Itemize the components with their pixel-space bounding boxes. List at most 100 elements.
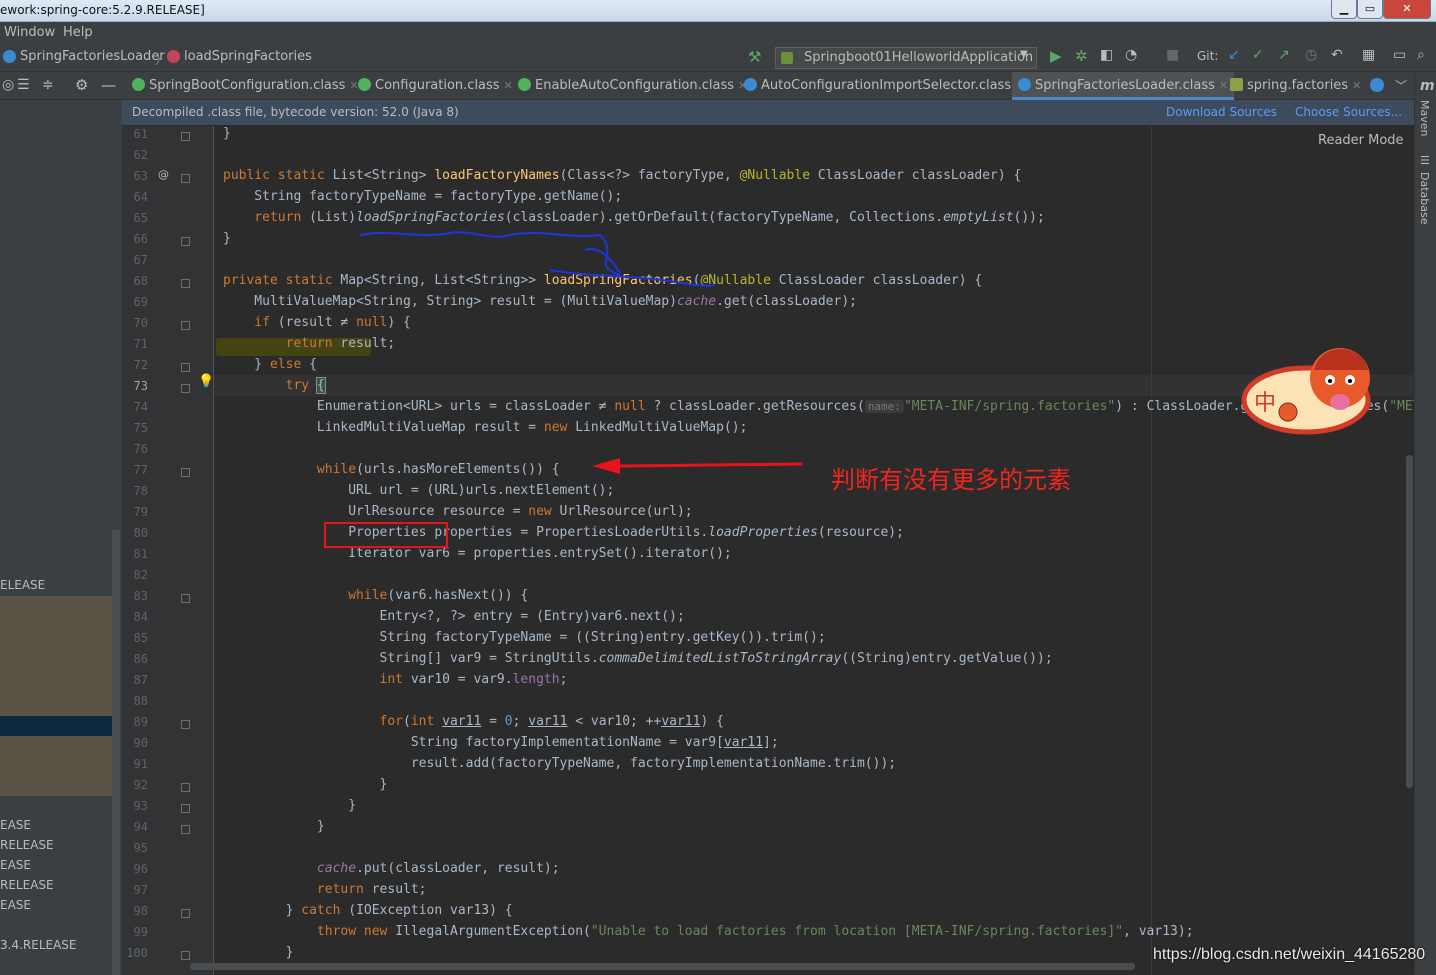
fold-marker-icon[interactable] [181, 237, 190, 246]
tab-enableautoconfiguration[interactable]: EnableAutoConfiguration.class ✕ [518, 72, 747, 100]
fold-marker-icon[interactable] [181, 363, 190, 372]
download-sources-link[interactable]: Download Sources [1166, 105, 1277, 119]
sticker-graphic: 中 [1241, 348, 1371, 435]
line-number: 70 [133, 316, 148, 330]
breadcrumb-class[interactable]: SpringFactoriesLoader [20, 49, 165, 64]
code-line: URL url = (URL)urls.nextElement(); [223, 483, 615, 498]
fold-marker-icon[interactable] [181, 804, 190, 813]
git-update-icon[interactable]: ↙ [1228, 47, 1240, 63]
run-icon[interactable]: ▶ [1050, 47, 1062, 65]
maximize-button[interactable]: ▭ [1357, 0, 1383, 19]
right-tool-strip: m Maven ☰ Database [1414, 72, 1436, 975]
recent-files-icon[interactable] [1370, 78, 1384, 92]
tree-selected-row[interactable] [0, 716, 112, 736]
project-structure-icon[interactable]: ▦ [1362, 47, 1375, 63]
tree-item[interactable]: EASE [0, 858, 31, 872]
close-tab-icon[interactable]: ✕ [1352, 79, 1361, 92]
history-icon[interactable]: ◷ [1305, 47, 1317, 63]
horizontal-scrollbar[interactable] [190, 963, 1135, 970]
tab-label: AutoConfigurationImportSelector.class [761, 78, 1012, 93]
line-number: 93 [133, 799, 148, 813]
code-line: } [223, 798, 357, 813]
tree-item[interactable]: RELEASE [0, 838, 54, 852]
tree-item[interactable]: RELEASE [0, 878, 54, 892]
fold-marker-icon[interactable] [181, 132, 190, 141]
fold-marker-icon[interactable] [181, 384, 190, 393]
code-line: throw new IllegalArgumentException("Unab… [223, 924, 1194, 939]
expand-all-icon[interactable]: ☰ [17, 77, 30, 93]
navigation-bar: SpringFactoriesLoader 〉 loadSpringFactor… [0, 44, 1436, 72]
debug-icon[interactable]: ✲ [1075, 47, 1088, 65]
tree-selection-block [0, 736, 112, 796]
fold-marker-icon[interactable] [181, 321, 190, 330]
tab-label: EnableAutoConfiguration.class [535, 78, 735, 93]
tab-configuration[interactable]: Configuration.class ✕ [358, 72, 513, 100]
coverage-icon[interactable]: ◧ [1100, 47, 1113, 63]
line-number: 85 [133, 631, 148, 645]
close-tab-icon[interactable]: ✕ [1219, 79, 1228, 92]
menu-help[interactable]: Help [63, 25, 93, 40]
gear-icon[interactable]: ⚙ [75, 76, 88, 94]
target-icon[interactable]: ◎ [2, 77, 14, 93]
watermark: https://blog.csdn.net/weixin_44165280 [1153, 946, 1426, 963]
line-number: 80 [133, 526, 148, 540]
breadcrumb-separator-icon: 〉 [155, 53, 169, 68]
line-number: 78 [133, 484, 148, 498]
hide-icon[interactable]: — [101, 76, 116, 94]
fold-marker-icon[interactable] [181, 468, 190, 477]
breadcrumb-method[interactable]: loadSpringFactories [184, 49, 312, 64]
code-line: UrlResource resource = new UrlResource(u… [223, 504, 693, 519]
profile-icon[interactable]: ◔ [1125, 47, 1137, 63]
close-tab-icon[interactable]: ✕ [504, 79, 513, 92]
line-number: 68 [133, 274, 148, 288]
class-file-icon [518, 78, 531, 91]
line-number: 91 [133, 757, 148, 771]
code-line: for(int var11 = 0; var11 < var10; ++var1… [223, 714, 724, 729]
tree-item[interactable]: ELEASE [0, 578, 45, 592]
tree-item[interactable]: 3.4.RELEASE [0, 938, 77, 952]
tree-item[interactable]: EASE [0, 818, 31, 832]
vertical-scrollbar[interactable] [1406, 455, 1413, 788]
chevron-down-icon[interactable]: ﹀ [1395, 77, 1407, 94]
tree-item[interactable]: EASE [0, 898, 31, 912]
database-tool-tab[interactable]: Database [1418, 172, 1431, 225]
tab-autoconfigurationimportselector[interactable]: AutoConfigurationImportSelector.class [744, 72, 1011, 100]
fold-marker-icon[interactable] [181, 594, 190, 603]
fold-marker-icon[interactable] [181, 279, 190, 288]
stop-icon[interactable]: ■ [1166, 47, 1179, 63]
line-number: 62 [133, 148, 148, 162]
reader-mode-toggle[interactable]: Reader Mode [1318, 133, 1404, 148]
layout-icon[interactable]: ▭ [1393, 47, 1406, 63]
tab-springbootconfiguration[interactable]: SpringBootConfiguration.class ✕ [132, 72, 359, 100]
run-config-selector[interactable]: Springboot01HelloworldApplication ▼ [775, 47, 1037, 69]
close-button[interactable]: ✕ [1383, 0, 1431, 19]
fold-marker-icon[interactable] [181, 951, 190, 960]
line-number: 66 [133, 232, 148, 246]
blue-pen-scribble [359, 231, 716, 287]
fold-marker-icon[interactable] [181, 720, 190, 729]
git-push-icon[interactable]: ↗ [1278, 47, 1290, 63]
line-number: 96 [133, 862, 148, 876]
search-icon[interactable]: ⌕ [1417, 47, 1425, 63]
code-line: } [223, 777, 388, 792]
maven-m-icon[interactable]: m [1420, 78, 1435, 94]
fold-marker-icon[interactable] [181, 909, 190, 918]
tab-springfactoriesloader[interactable]: SpringFactoriesLoader.class ✕ [1012, 72, 1235, 100]
line-number: 94 [133, 820, 148, 834]
git-commit-icon[interactable]: ✓ [1252, 47, 1264, 63]
choose-sources-link[interactable]: Choose Sources... [1295, 105, 1402, 119]
collapse-all-icon[interactable]: ≑ [42, 77, 54, 93]
build-hammer-icon[interactable]: ⚒ [748, 48, 761, 66]
intention-bulb-icon[interactable]: 💡 [198, 374, 214, 389]
panel-scrollbar[interactable] [112, 530, 120, 975]
fold-marker-icon[interactable] [181, 174, 190, 183]
rollback-icon[interactable]: ↶ [1331, 47, 1343, 63]
tab-label: SpringFactoriesLoader.class [1035, 78, 1215, 93]
maven-tool-tab[interactable]: Maven [1418, 100, 1431, 136]
fold-marker-icon[interactable] [181, 783, 190, 792]
menu-window[interactable]: Window [4, 25, 55, 40]
line-number: 98 [133, 904, 148, 918]
minimize-button[interactable]: ▁ [1331, 0, 1357, 19]
fold-marker-icon[interactable] [181, 825, 190, 834]
tab-spring-factories[interactable]: spring.factories ✕ [1230, 72, 1361, 100]
